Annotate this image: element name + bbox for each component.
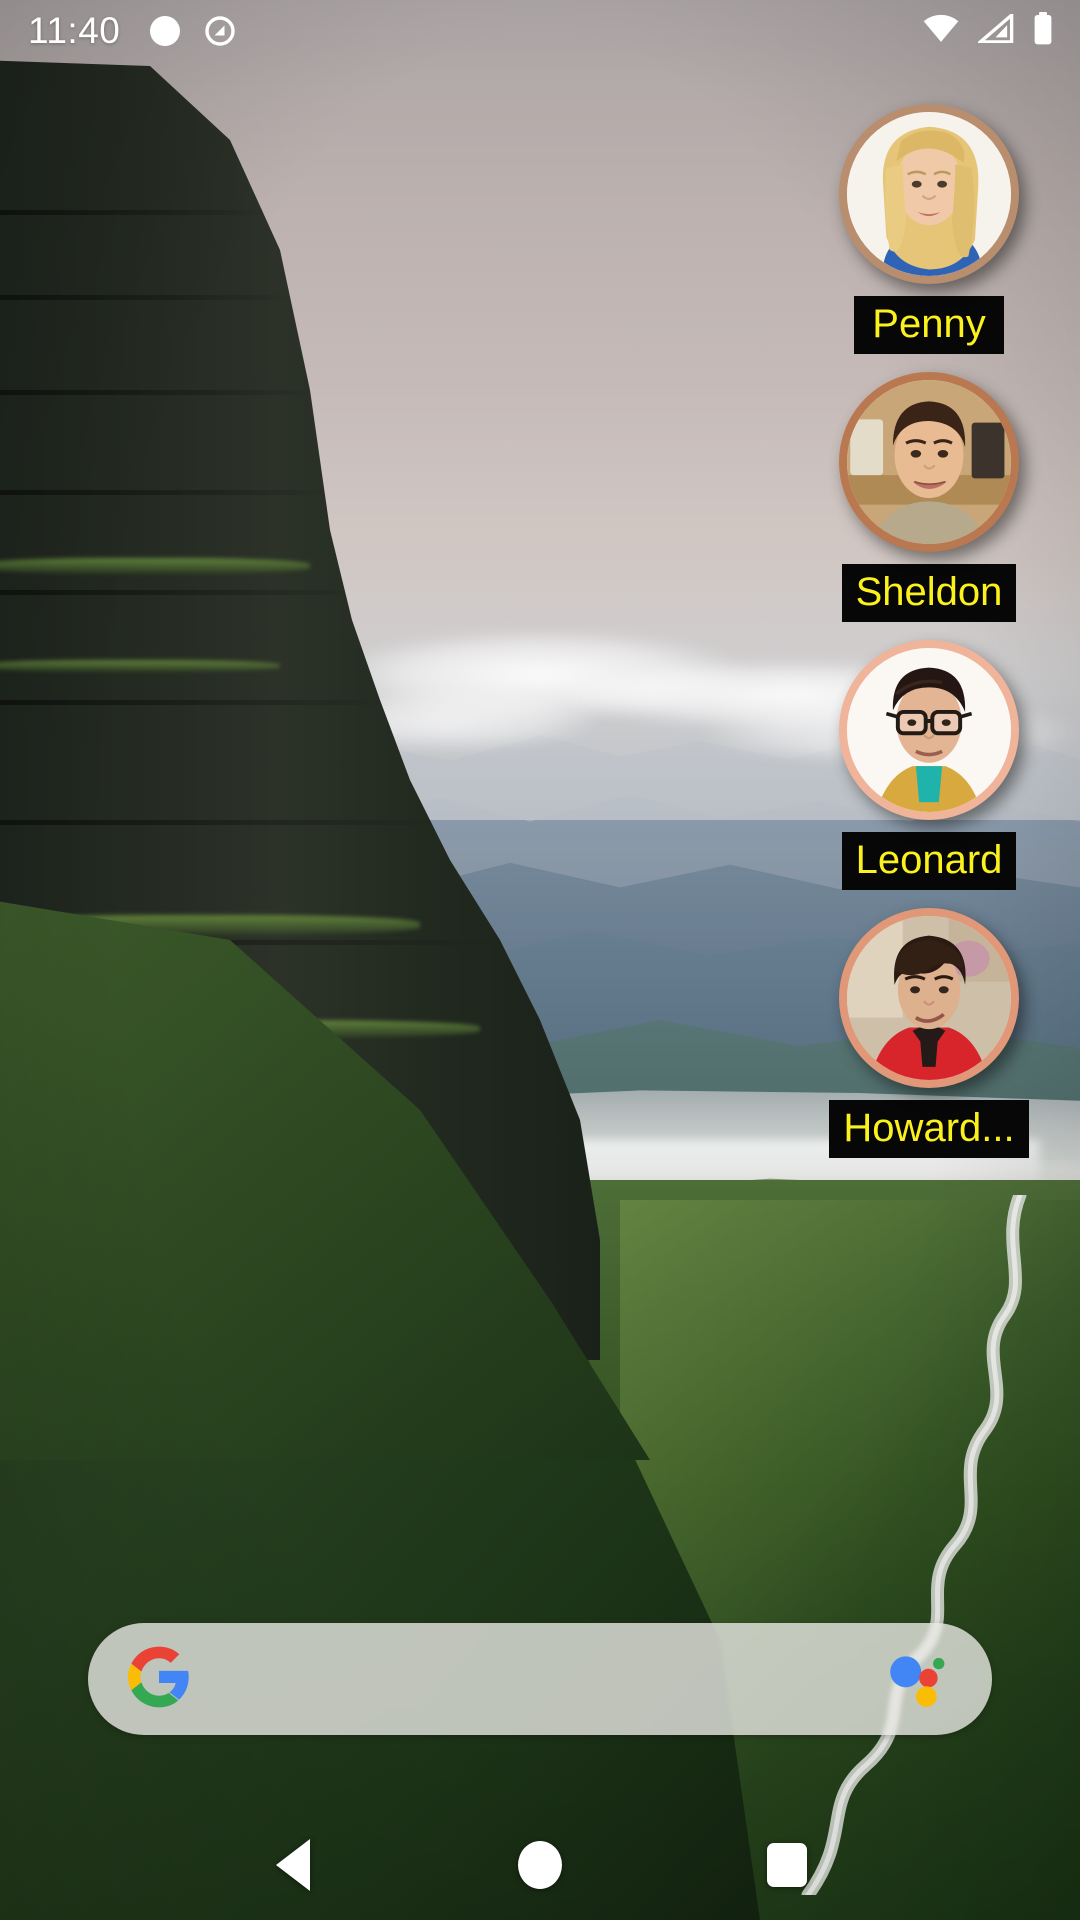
- avatar-wrap[interactable]: [839, 640, 1019, 820]
- status-bar: 11:40: [0, 0, 1080, 62]
- contact-photo-leonard: [847, 648, 1011, 812]
- contact-widget-howard[interactable]: Howard...: [829, 908, 1029, 1158]
- wifi-icon: [922, 14, 960, 48]
- google-assistant-icon[interactable]: [882, 1644, 948, 1715]
- contact-widget-leonard[interactable]: Leonard: [834, 640, 1024, 890]
- contact-name: Leonard: [855, 838, 1003, 882]
- status-bar-system-icons: [922, 11, 1054, 51]
- avatar[interactable]: [839, 908, 1019, 1088]
- contact-label: Penny: [854, 296, 1004, 354]
- recents-button[interactable]: [744, 1822, 830, 1908]
- contact-photo-sheldon: [847, 380, 1011, 544]
- avatar[interactable]: [839, 372, 1019, 552]
- contact-widget-penny[interactable]: Penny: [834, 104, 1024, 354]
- google-search-bar[interactable]: [88, 1623, 992, 1735]
- contact-name: Sheldon: [855, 570, 1003, 614]
- avatar[interactable]: [839, 640, 1019, 820]
- avatar-wrap[interactable]: [839, 908, 1019, 1088]
- battery-icon: [1032, 11, 1054, 51]
- contact-widget-sheldon[interactable]: Sheldon: [834, 372, 1024, 622]
- avatar-wrap[interactable]: [839, 372, 1019, 552]
- avatar[interactable]: [839, 104, 1019, 284]
- contact-photo-penny: [847, 112, 1011, 276]
- notification-dot-icon: [150, 16, 181, 46]
- back-button[interactable]: [250, 1822, 336, 1908]
- contact-name: Penny: [872, 302, 986, 346]
- google-g-icon[interactable]: [128, 1646, 190, 1713]
- contact-label: Leonard: [841, 832, 1017, 890]
- contact-photo-howard: [847, 916, 1011, 1080]
- contact-label: Sheldon: [841, 564, 1017, 622]
- home-circle-icon: [517, 1841, 562, 1889]
- back-triangle-icon: [276, 1839, 311, 1891]
- contact-shortcut-column: Penny Sheldon Leonard Howard...: [829, 104, 1029, 1158]
- status-bar-clock: 11:40: [28, 10, 121, 51]
- home-button[interactable]: [497, 1822, 583, 1908]
- status-bar-notification-icons: [150, 15, 236, 47]
- avatar-wrap[interactable]: [839, 104, 1019, 284]
- cellular-signal-icon: [975, 11, 1014, 48]
- do-not-disturb-icon: [204, 15, 236, 47]
- contact-name: Howard...: [843, 1106, 1015, 1150]
- contact-label: Howard...: [829, 1100, 1029, 1158]
- recents-square-icon: [766, 1843, 807, 1887]
- navigation-bar: [0, 1810, 1080, 1920]
- android-home-screen: 11:40 Penny Sheldon Leonard Howard...: [0, 0, 1080, 1920]
